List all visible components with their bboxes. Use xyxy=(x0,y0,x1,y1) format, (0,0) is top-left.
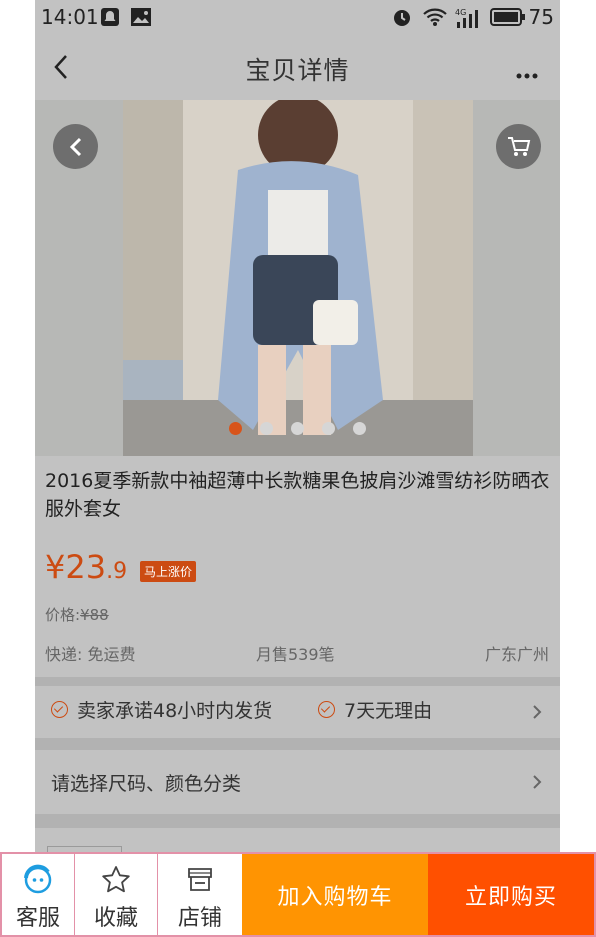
status-bar: 14:01 4G 75 xyxy=(35,0,560,34)
cart-icon[interactable] xyxy=(496,124,541,169)
product-photo xyxy=(123,100,473,456)
chevron-right-icon xyxy=(532,704,542,724)
favorite-label: 收藏 xyxy=(93,906,138,931)
chevron-right-icon xyxy=(532,774,542,794)
price-integer: 23 xyxy=(65,548,107,586)
check-circle-icon xyxy=(318,701,335,718)
carousel-dot[interactable] xyxy=(322,422,335,435)
divider xyxy=(35,814,560,828)
buy-now-button[interactable]: 立即购买 xyxy=(428,854,594,935)
sku-selector-label: 请选择尺码、颜色分类 xyxy=(51,773,242,795)
service-promises-row[interactable]: 卖家承诺48小时内发货 7天无理由 xyxy=(35,686,560,738)
customer-service-label: 客服 xyxy=(15,906,60,931)
shop-button[interactable]: 店铺 xyxy=(158,854,242,935)
notification-icon xyxy=(100,7,120,31)
price: ¥23.9 xyxy=(45,548,127,586)
nav-bar: 宝贝详情 xyxy=(35,34,560,100)
carousel-dot[interactable] xyxy=(353,422,366,435)
chat-face-icon xyxy=(2,864,74,896)
promise-item: 7天无理由 xyxy=(318,696,432,723)
svg-text:4G: 4G xyxy=(455,8,466,17)
favorite-button[interactable]: 收藏 xyxy=(75,854,158,935)
gallery-back-button[interactable] xyxy=(53,124,98,169)
battery-level: 75 xyxy=(528,5,554,29)
product-detail-screen: 14:01 4G 75 宝贝详情 2016夏季新款中袖超薄中长款糖果色披肩沙滩雪… xyxy=(35,0,560,852)
original-price: 价格:¥88 xyxy=(45,604,109,625)
price-decimal: .9 xyxy=(106,559,128,584)
wifi-icon xyxy=(422,7,448,31)
shipping-info: 快递: 免运费 xyxy=(45,645,136,664)
divider xyxy=(35,677,560,686)
carousel-pagination xyxy=(35,422,560,436)
original-price-value: ¥88 xyxy=(80,606,109,624)
battery-icon xyxy=(490,7,526,31)
store-icon xyxy=(158,864,242,896)
original-price-label: 价格: xyxy=(45,606,81,624)
cellular-signal-icon: 4G xyxy=(455,7,483,33)
price-badge: 马上涨价 xyxy=(140,561,197,582)
carousel-dot[interactable] xyxy=(229,422,242,435)
check-circle-icon xyxy=(51,701,68,718)
shop-label: 店铺 xyxy=(177,906,222,931)
star-icon xyxy=(75,864,157,896)
monthly-sales: 月售539笔 xyxy=(256,645,335,664)
image-icon xyxy=(130,7,152,31)
page-title: 宝贝详情 xyxy=(245,56,350,85)
bottom-action-bar: 客服 收藏 店铺 加入购物车 立即购买 xyxy=(0,852,596,937)
customer-service-button[interactable]: 客服 xyxy=(2,854,75,935)
carousel-dot[interactable] xyxy=(260,422,273,435)
clock: 14:01 xyxy=(41,5,99,29)
add-to-cart-button[interactable]: 加入购物车 xyxy=(242,854,428,935)
divider xyxy=(35,738,560,750)
promise-label: 7天无理由 xyxy=(344,700,433,722)
product-image-carousel[interactable] xyxy=(35,100,560,456)
ship-location: 广东广州 xyxy=(484,645,549,664)
promise-label: 卖家承诺48小时内发货 xyxy=(77,700,273,722)
promise-item: 卖家承诺48小时内发货 xyxy=(51,696,272,723)
product-title: 2016夏季新款中袖超薄中长款糖果色披肩沙滩雪纺衫防晒衣服外套女 xyxy=(45,470,550,520)
price-currency: ¥ xyxy=(45,548,66,586)
more-icon[interactable] xyxy=(516,64,538,83)
alarm-icon xyxy=(392,7,412,31)
carousel-dot[interactable] xyxy=(291,422,304,435)
sku-selector[interactable]: 请选择尺码、颜色分类 xyxy=(35,750,560,814)
